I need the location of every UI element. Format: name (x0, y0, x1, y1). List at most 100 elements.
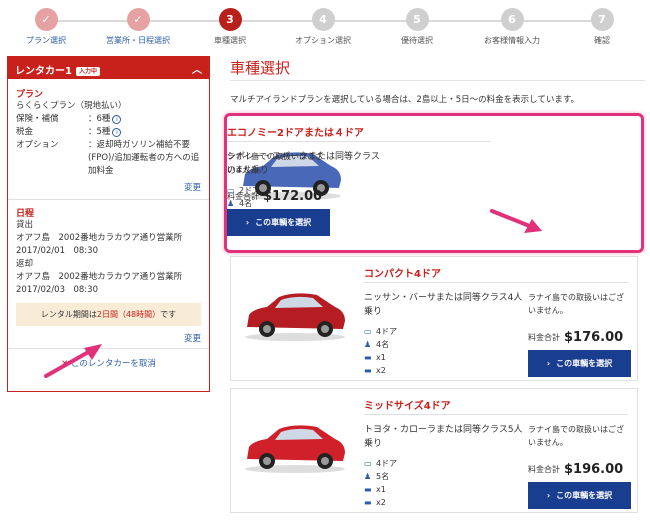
spec-value: 4ドア (376, 459, 398, 468)
door-icon: ▭ (364, 327, 372, 336)
car-card: ミッドサイズ4ドア トヨタ・カローラまたは同等クラス5人乗り ▭ 4ドア ♟ 5名 ▬ x… (230, 388, 638, 513)
step-6: 6 お客様情報入力 (467, 8, 557, 46)
rental-title: レンタカー1 (15, 66, 72, 77)
progress-steps: ✓ プラン選択 ✓ 営業所・日程選択 3 車種選択 4 オプション選択 5 優待… (0, 0, 650, 50)
step-label: 優待選択 (401, 36, 433, 45)
spec-row: ▭ 4ドア (364, 457, 397, 470)
spec-row: ♟ 4名 (364, 338, 397, 351)
step-number: 5 (405, 8, 429, 31)
step-label: お客様情報入力 (484, 36, 540, 45)
change-plan-link[interactable]: 変更 (8, 181, 209, 193)
pricing-note: マルチアイランドプランを選択している場合は、2島以上・5日〜の料金を表示していま… (230, 95, 580, 105)
spec-row: ▬ x2 (364, 364, 397, 377)
tax-label: 税金 (16, 127, 34, 137)
car-class-name: コンパクト4ドア (364, 269, 441, 280)
total-price: 料金合計 $196.00 (528, 462, 623, 477)
schedule-section-title: 日程 (16, 209, 35, 219)
spec-value: x2 (376, 498, 386, 507)
spec-value: 4名 (376, 340, 390, 349)
insurance-row: 保険・補償 ：6種 i (8, 113, 209, 126)
suitcase-icon: ▬ (364, 485, 372, 494)
tax-row: 税金 ：5種 i (8, 126, 209, 139)
highlight-arrow-icon (44, 344, 102, 378)
rental-period-box: レンタル期間は2日間（48時間）です (16, 303, 201, 326)
car-image (245, 293, 345, 341)
plan-section-title: プラン (16, 90, 44, 100)
select-button-label: この車輌を選択 (556, 359, 613, 368)
option-label: オプション (16, 140, 59, 150)
select-car-button[interactable]: › この車輌を選択 (528, 482, 631, 509)
info-icon[interactable]: i (112, 115, 122, 124)
step-number: 7 (590, 8, 614, 31)
spec-row: ▬ x1 (364, 351, 397, 364)
car-card: コンパクト4ドア ニッサン・バーサまたは同等クラス4人乗り ▭ 4ドア ♟ 4名 ▬ x1… (230, 256, 638, 381)
total-label: 料金合計 (227, 192, 259, 201)
pickup-time: 2017/02/01 08:30 (16, 246, 98, 256)
suitcase-icon: ▬ (364, 353, 372, 362)
door-icon: ▭ (364, 459, 372, 468)
return-time: 2017/02/03 08:30 (16, 285, 98, 295)
divider (364, 282, 628, 283)
car-class-name: エコノミー2ドアまたは４ドア (227, 128, 364, 139)
bag-icon: ▬ (364, 366, 372, 375)
insurance-label: 保険・補償 (16, 114, 59, 124)
info-icon[interactable]: i (112, 128, 122, 137)
step-label: 営業所・日程選択 (106, 36, 170, 45)
return-label: 返却 (16, 259, 34, 269)
price-value: $176.00 (564, 330, 624, 345)
car-class-name: ミッドサイズ4ドア (364, 401, 451, 412)
spec-value: x1 (376, 353, 386, 362)
pickup-label: 貸出 (16, 220, 34, 230)
car-specs: ▭ 4ドア ♟ 5名 ▬ x1 ▬ x2 (364, 457, 397, 509)
page-title: 車種選択 (230, 59, 291, 77)
rental-summary-header[interactable]: レンタカー1 入力中 ︿ (8, 57, 209, 79)
divider (8, 199, 209, 200)
step-label: 確認 (594, 36, 610, 45)
total-label: 料金合計 (528, 333, 560, 342)
car-model-desc: ニッサン・バーサまたは同等クラス4人乗り (364, 293, 523, 317)
option-value: ：返却時ガソリン補給不要(FPO)/追加運転者の方への追加料金 (88, 140, 200, 176)
chevron-right-icon: › (245, 218, 250, 227)
spec-value: x1 (376, 485, 386, 494)
availability-note: ラナイ島での取扱いはございません。 (528, 425, 624, 447)
car-card: エコノミー2ドアまたは４ドア シボレー・スパークまたは同等クラスの4人乗り ▭ 2… (224, 113, 644, 253)
step-3: 3 車種選択 (185, 8, 275, 46)
spec-value: 4ドア (376, 327, 398, 336)
collapse-caret-icon[interactable]: ︿ (192, 61, 202, 76)
step-check-icon: ✓ (34, 8, 58, 31)
spec-row: ▬ x1 (364, 483, 397, 496)
seat-icon: ♟ (364, 340, 372, 349)
step-number: 6 (500, 8, 524, 31)
spec-value: x2 (376, 366, 386, 375)
divider (227, 141, 491, 142)
step-label: 車種選択 (214, 36, 246, 45)
spec-row: ▬ x2 (364, 496, 397, 509)
period-prefix: レンタル期間は (40, 310, 97, 319)
spec-value: 5名 (376, 472, 390, 481)
divider (364, 414, 628, 415)
tax-value: ：5種 (88, 127, 111, 137)
insurance-value: ：6種 (88, 114, 111, 124)
select-car-button[interactable]: › この車輌を選択 (528, 350, 631, 377)
spec-row: ♟ 5名 (364, 470, 397, 483)
period-value: 2日間（48時間） (96, 310, 161, 319)
chevron-right-icon: › (546, 491, 551, 500)
price-value: $172.00 (263, 189, 323, 204)
highlight-arrow-icon (490, 209, 542, 233)
step-number: 4 (311, 8, 335, 31)
status-badge: 入力中 (75, 67, 100, 76)
pickup-place: オアフ島 2002番地カラカウア通り営業所 (16, 233, 183, 243)
chevron-right-icon: › (546, 359, 551, 368)
price-value: $196.00 (564, 462, 624, 477)
step-label: オプション選択 (295, 36, 351, 45)
step-2[interactable]: ✓ 営業所・日程選択 (93, 8, 183, 46)
step-7: 7 確認 (557, 8, 647, 46)
select-car-button[interactable]: › この車輌を選択 (227, 209, 330, 236)
step-check-icon: ✓ (126, 8, 150, 31)
car-image (245, 425, 345, 473)
seat-icon: ♟ (364, 472, 372, 481)
car-specs: ▭ 4ドア ♟ 4名 ▬ x1 ▬ x2 (364, 325, 397, 377)
spec-row: ▭ 4ドア (364, 325, 397, 338)
step-1[interactable]: ✓ プラン選択 (1, 8, 91, 46)
step-label: プラン選択 (26, 36, 66, 45)
